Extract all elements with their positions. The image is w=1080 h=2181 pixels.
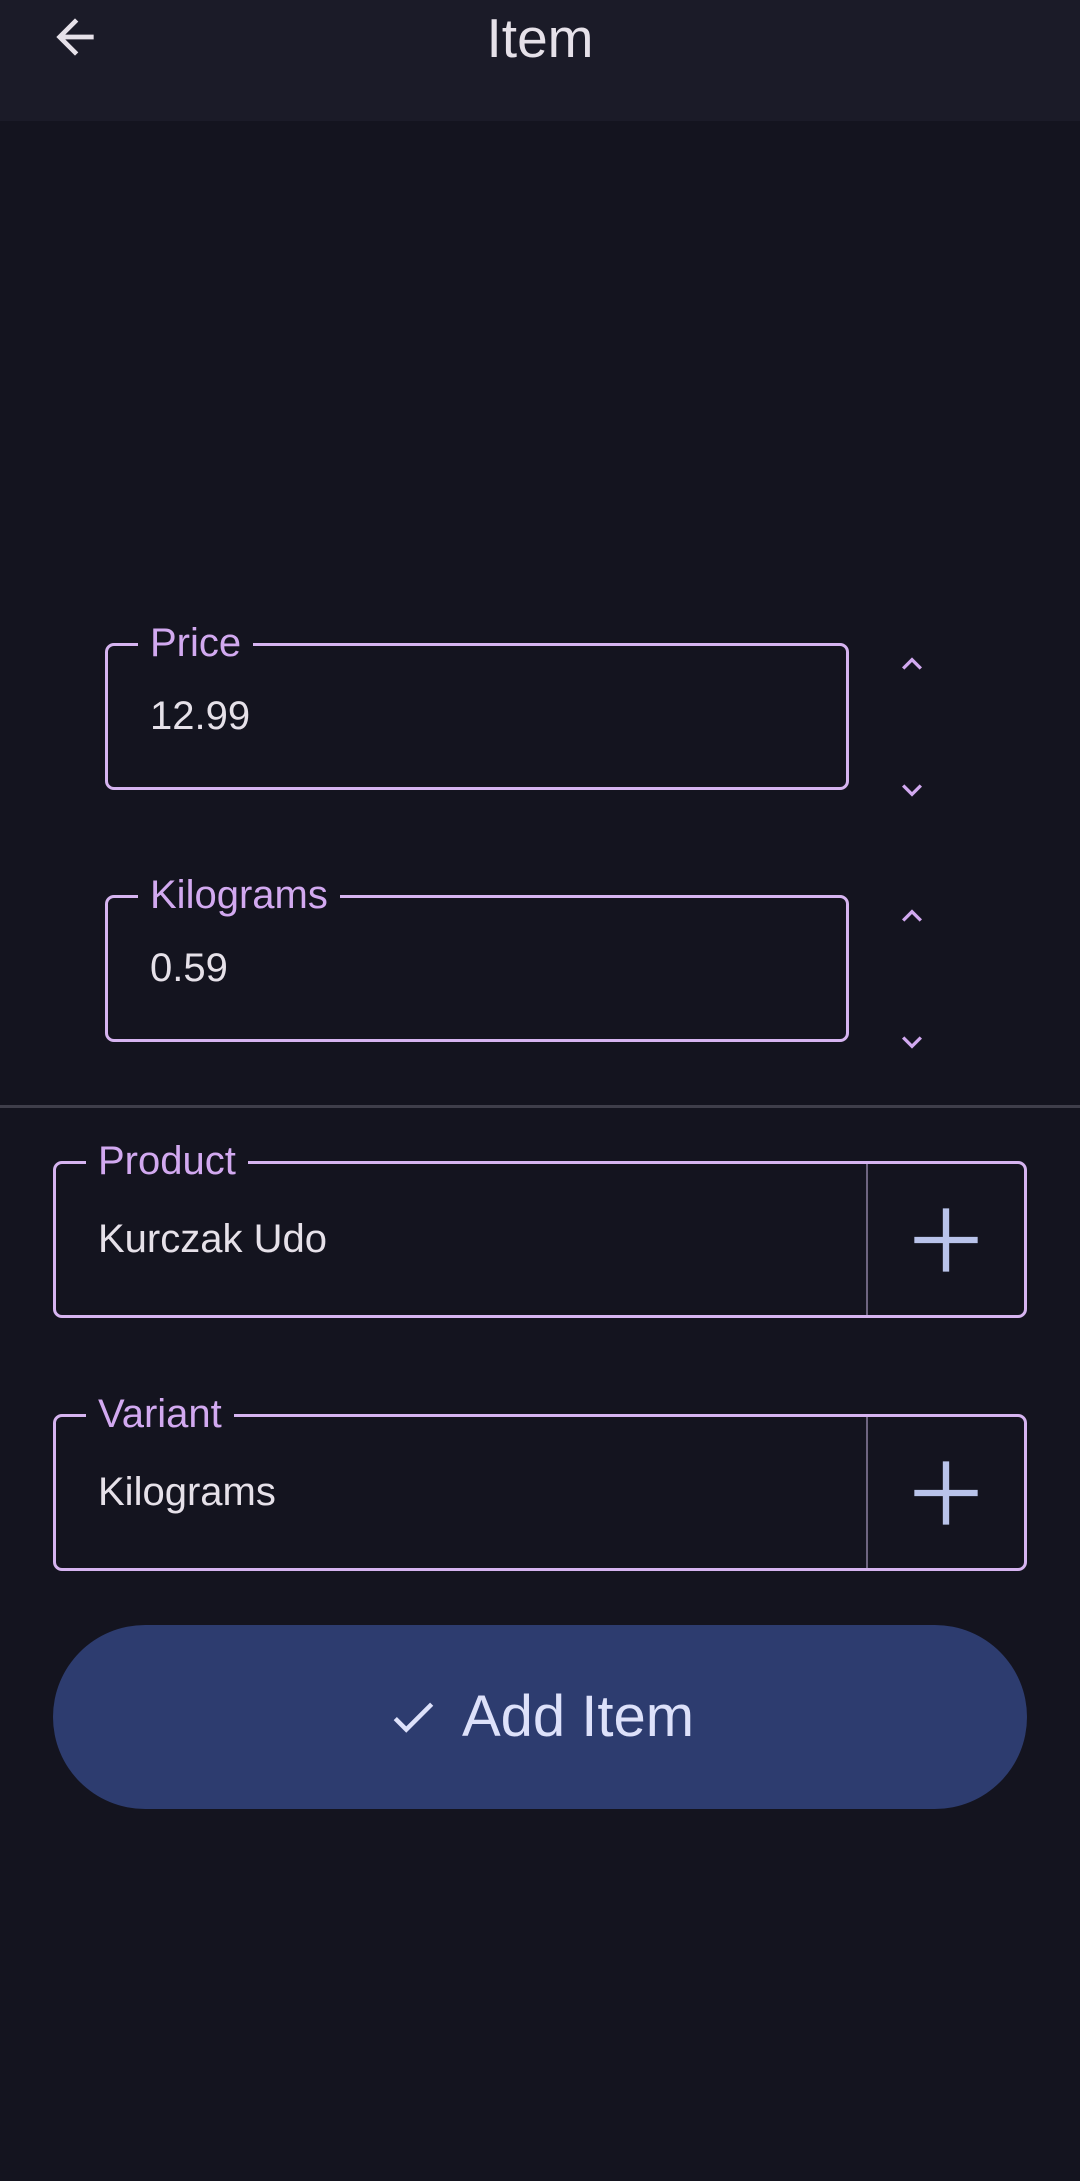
quantity-input[interactable] bbox=[150, 898, 750, 1039]
plus-icon bbox=[914, 1207, 978, 1272]
quantity-field[interactable]: Kilograms bbox=[105, 871, 849, 1042]
add-item-button[interactable]: Add Item bbox=[53, 1625, 1027, 1809]
quantity-decrement-button[interactable] bbox=[877, 1012, 947, 1072]
price-input[interactable] bbox=[150, 646, 750, 787]
add-variant-button[interactable] bbox=[866, 1417, 1024, 1568]
product-field[interactable]: Product Kurczak Udo bbox=[53, 1137, 1027, 1318]
page-title: Item bbox=[486, 7, 594, 69]
section-divider bbox=[0, 1105, 1080, 1108]
chevron-down-icon bbox=[902, 784, 922, 797]
price-decrement-button[interactable] bbox=[877, 760, 947, 820]
chevron-up-icon bbox=[902, 909, 922, 922]
chevron-down-icon bbox=[902, 1036, 922, 1049]
price-field[interactable]: Price bbox=[105, 619, 849, 790]
add-item-label: Add Item bbox=[461, 1684, 695, 1749]
variant-field[interactable]: Variant Kilograms bbox=[53, 1390, 1027, 1571]
quantity-increment-button[interactable] bbox=[877, 886, 947, 946]
add-product-button[interactable] bbox=[866, 1164, 1024, 1315]
product-value[interactable]: Kurczak Udo bbox=[98, 1164, 698, 1315]
chevron-up-icon bbox=[902, 657, 922, 670]
check-icon bbox=[393, 1702, 434, 1733]
top-app-bar: Item bbox=[0, 0, 1080, 121]
plus-icon bbox=[914, 1460, 978, 1525]
variant-value[interactable]: Kilograms bbox=[98, 1417, 698, 1568]
price-increment-button[interactable] bbox=[877, 634, 947, 694]
